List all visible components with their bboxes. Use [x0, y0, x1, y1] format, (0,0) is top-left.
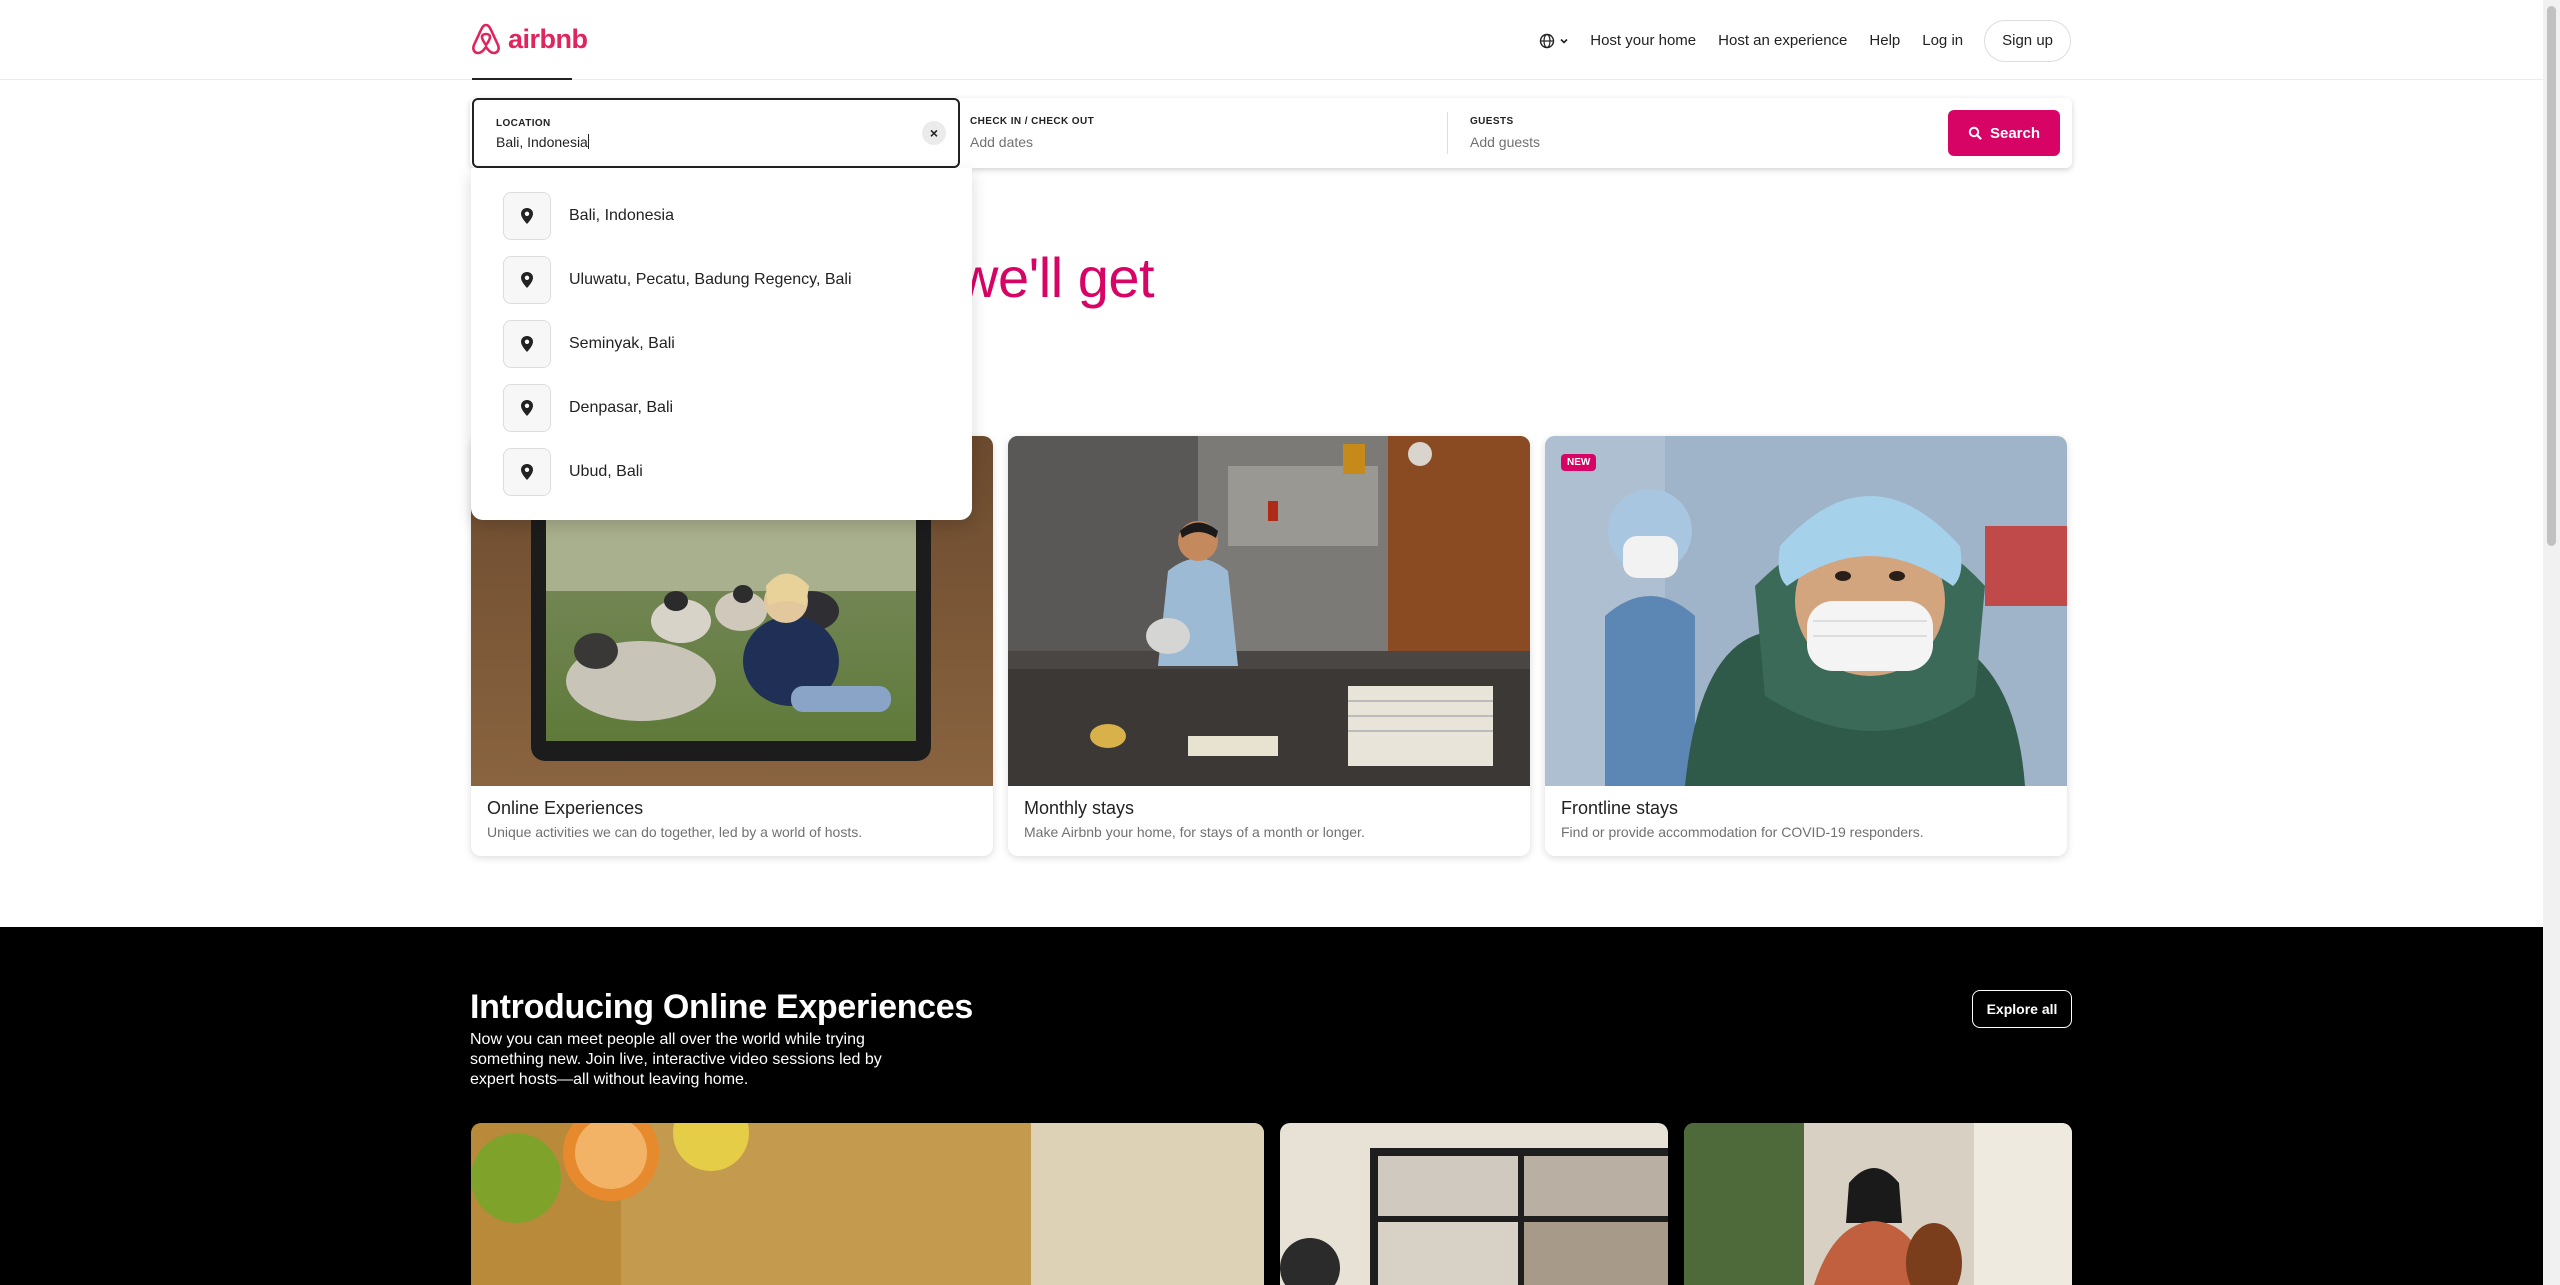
clear-location-button[interactable]: ×: [922, 121, 946, 145]
location-pin-icon: [503, 192, 551, 240]
section-description: Now you can meet people all over the wor…: [470, 1031, 882, 1088]
suggestion-label: Seminyak, Bali: [569, 335, 675, 352]
card-title: Online Experiences: [487, 798, 644, 818]
new-badge: NEW: [1561, 454, 1597, 471]
suggestion-item[interactable]: Ubud, Bali: [471, 440, 972, 504]
hero-headline: we'll get: [958, 246, 1155, 309]
suggestion-item[interactable]: Uluwatu, Pecatu, Badung Regency, Bali: [471, 248, 972, 312]
location-pin-icon: [503, 320, 551, 368]
brand-wordmark: airbnb: [508, 23, 588, 54]
scrollbar-thumb[interactable]: [2547, 6, 2556, 546]
monthly-stays-card[interactable]: Monthly stays Make Airbnb your home, for…: [1008, 436, 1530, 856]
airbnb-logo[interactable]: airbnb: [470, 22, 588, 56]
location-pin-icon: [503, 384, 551, 432]
suggestion-item[interactable]: Bali, Indonesia: [471, 184, 972, 248]
search-button-label: Search: [1989, 124, 2041, 142]
online-experiences-section: [0, 927, 2543, 1285]
host-home-link[interactable]: Host your home: [1579, 20, 1707, 62]
suggestion-label: Uluwatu, Pecatu, Badung Regency, Bali: [569, 271, 852, 288]
host-experience-link[interactable]: Host an experience: [1707, 20, 1858, 62]
login-link[interactable]: Log in: [1911, 20, 1974, 62]
search-bar: LOCATION Bali, Indonesia × CHECK IN / CH…: [470, 98, 2072, 168]
page-scrollbar[interactable]: [2543, 0, 2560, 1285]
guests-placeholder: Add guests: [1470, 134, 1541, 150]
guests-label: GUESTS: [1470, 116, 1514, 127]
header-nav: Host your home Host an experience Help L…: [1529, 20, 2071, 62]
card-subtitle: Unique activities we can do together, le…: [487, 824, 863, 840]
suggestion-item[interactable]: Denpasar, Bali: [471, 376, 972, 440]
dates-label: CHECK IN / CHECK OUT: [970, 116, 1095, 127]
card-title: Monthly stays: [1024, 798, 1135, 818]
frontline-stays-image: NEW: [1545, 436, 2067, 786]
airbnb-logo-icon: [472, 23, 500, 55]
monthly-stays-image: [1008, 436, 1530, 786]
card-subtitle: Find or provide accommodation for COVID-…: [1561, 824, 1924, 840]
search-icon: [1968, 126, 1982, 140]
dates-placeholder: Add dates: [970, 134, 1034, 150]
suggestion-label: Denpasar, Bali: [569, 399, 674, 416]
explore-all-button[interactable]: Explore all: [1972, 990, 2072, 1028]
active-tab-indicator: [472, 78, 572, 80]
dates-field[interactable]: CHECK IN / CHECK OUT Add dates: [960, 98, 1448, 168]
help-link[interactable]: Help: [1858, 20, 1911, 62]
card-title: Frontline stays: [1561, 798, 1679, 818]
signup-button[interactable]: Sign up: [1984, 20, 2071, 62]
location-pin-icon: [503, 256, 551, 304]
section-title: Introducing Online Experiences: [470, 988, 973, 1026]
experience-tile[interactable]: [1280, 1123, 1668, 1285]
experience-tile[interactable]: [471, 1123, 1264, 1285]
location-label: LOCATION: [496, 118, 551, 129]
experience-tile[interactable]: [1684, 1123, 2072, 1285]
search-button[interactable]: Search: [1948, 110, 2060, 156]
chevron-down-icon: [1560, 38, 1568, 44]
suggestion-label: Ubud, Bali: [569, 463, 643, 480]
suggestion-label: Bali, Indonesia: [569, 207, 674, 224]
guests-field[interactable]: GUESTS Add guests: [1448, 98, 1948, 168]
location-field[interactable]: LOCATION Bali, Indonesia ×: [472, 98, 960, 168]
top-header: airbnb Host your home Host an experience…: [0, 0, 2543, 80]
suggestion-item[interactable]: Seminyak, Bali: [471, 312, 972, 376]
location-input[interactable]: Bali, Indonesia: [496, 134, 589, 150]
location-pin-icon: [503, 448, 551, 496]
language-selector[interactable]: [1529, 20, 1579, 62]
frontline-stays-card[interactable]: NEW Frontline stays Find or provide acco…: [1545, 436, 2067, 856]
location-suggestions: Bali, Indonesia Uluwatu, Pecatu, Badung …: [471, 168, 972, 520]
card-subtitle: Make Airbnb your home, for stays of a mo…: [1024, 824, 1365, 840]
globe-icon: [1540, 33, 1555, 49]
